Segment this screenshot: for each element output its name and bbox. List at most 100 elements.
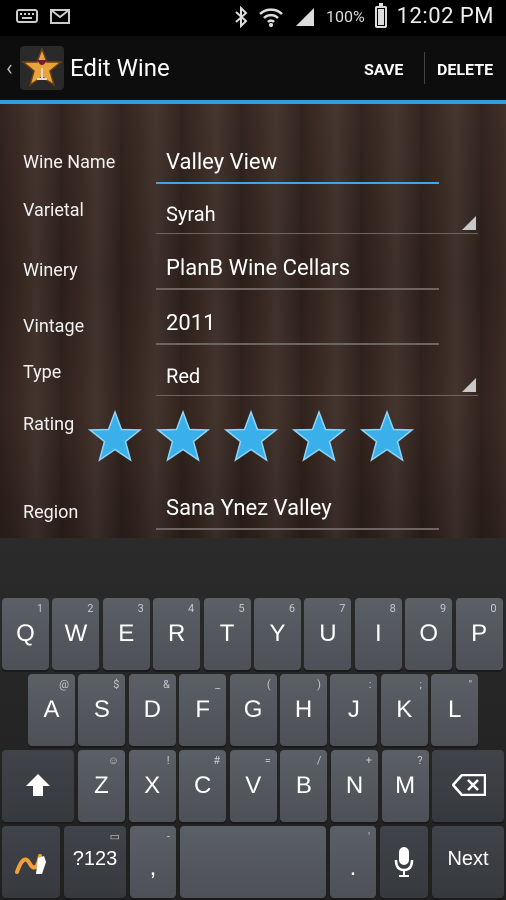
key-n[interactable]: + N — [331, 750, 378, 822]
up-caret-icon[interactable]: ‹ — [6, 56, 13, 81]
key-label: F — [195, 696, 211, 723]
key-label: I — [374, 620, 382, 647]
key-c[interactable]: # C — [179, 750, 227, 822]
spinner-arrow-icon — [462, 216, 476, 230]
key-b[interactable]: / B — [280, 750, 328, 822]
key-k[interactable]: ; K — [380, 674, 428, 746]
type-spinner[interactable]: Red — [156, 356, 478, 396]
key-hint: : — [368, 678, 372, 691]
key-u[interactable]: 7U — [304, 598, 352, 670]
region-label: Region — [23, 502, 79, 523]
rating-star-icon[interactable] — [224, 410, 278, 464]
key-s[interactable]: $ S — [78, 674, 126, 746]
type-label: Type — [23, 362, 62, 383]
key-label: Y — [269, 620, 286, 647]
key-x[interactable]: ! X — [128, 750, 176, 822]
wine-name-value: Valley View — [166, 150, 278, 175]
varietal-label: Varietal — [23, 200, 84, 221]
edit-wine-form: Wine Name Valley View Varietal Syrah Win… — [0, 104, 506, 538]
key-label: S — [93, 696, 110, 723]
rating-star-icon[interactable] — [360, 410, 414, 464]
region-field[interactable]: Sana Ynez Valley — [156, 490, 439, 530]
region-value: Sana Ynez Valley — [166, 496, 332, 521]
swype-key[interactable] — [2, 826, 60, 898]
rating-label: Rating — [23, 414, 75, 435]
varietal-underline — [156, 233, 478, 234]
key-hint: & — [162, 678, 170, 691]
period-key-label: . — [349, 854, 357, 881]
key-label: G — [243, 696, 263, 723]
wifi-icon — [259, 7, 283, 27]
key-h[interactable]: ) H — [280, 674, 327, 746]
vintage-field[interactable]: 2011 — [156, 305, 439, 345]
backspace-icon — [452, 774, 486, 796]
key-m[interactable]: ? M — [381, 750, 429, 822]
key-hint: ) — [317, 678, 321, 691]
rating-bar[interactable] — [88, 410, 414, 464]
delete-button[interactable]: DELETE — [437, 60, 493, 79]
key-a[interactable]: @ A — [28, 674, 75, 746]
space-key[interactable] — [180, 826, 326, 898]
key-hint: 2 — [87, 602, 94, 615]
symbols-key[interactable]: ?123 ▭ — [64, 826, 126, 898]
key-f[interactable]: _ F — [179, 674, 227, 746]
key-label: A — [43, 696, 60, 723]
comma-hint: - — [166, 830, 170, 843]
key-label: T — [219, 620, 235, 647]
key-hint: 6 — [288, 602, 295, 615]
bluetooth-icon — [235, 5, 248, 28]
status-bar: 100% 12:02 PM — [0, 0, 506, 36]
key-hint: / — [316, 754, 322, 767]
key-e[interactable]: 3E — [102, 598, 150, 670]
wine-star-logo-icon — [20, 46, 64, 87]
key-hint: 4 — [188, 602, 195, 615]
rating-star-icon[interactable] — [156, 410, 210, 464]
next-key[interactable]: Next — [432, 826, 504, 898]
varietal-value: Syrah — [166, 202, 216, 226]
battery-percent: 100% — [325, 7, 365, 26]
key-label: D — [143, 696, 161, 723]
key-label: J — [347, 696, 360, 723]
wine-name-field[interactable]: Valley View — [156, 144, 439, 184]
key-z[interactable]: ☺ Z — [78, 750, 125, 822]
varietal-spinner[interactable]: Syrah — [156, 194, 478, 234]
key-l[interactable]: " L — [431, 674, 479, 746]
swype-logo-icon — [15, 854, 46, 874]
app-logo[interactable] — [20, 46, 64, 90]
winery-label: Winery — [23, 260, 78, 281]
key-p[interactable]: 0P — [455, 598, 503, 670]
key-t[interactable]: 5T — [203, 598, 251, 670]
key-hint: $ — [113, 678, 120, 691]
key-label: K — [396, 696, 413, 723]
rating-star-icon[interactable] — [292, 410, 346, 464]
key-q[interactable]: 1Q — [2, 598, 49, 670]
period-key[interactable]: . ' — [330, 826, 376, 898]
winery-field[interactable]: PlanB Wine Cellars — [156, 250, 439, 290]
winery-value: PlanB Wine Cellars — [166, 256, 351, 281]
backspace-key[interactable] — [432, 750, 504, 822]
rating-star-icon[interactable] — [88, 410, 142, 464]
key-g[interactable]: (G — [229, 674, 277, 746]
comma-key[interactable]: , - — [130, 826, 176, 898]
vintage-value: 2011 — [166, 311, 216, 336]
key-v[interactable]: = V — [229, 750, 277, 822]
microphone-key[interactable] — [380, 826, 428, 898]
key-hint: ! — [166, 754, 170, 767]
key-hint: 8 — [389, 602, 396, 615]
key-w[interactable]: 2W — [52, 598, 100, 670]
key-hint: ( — [266, 678, 271, 691]
key-label: O — [419, 620, 439, 647]
key-r[interactable]: 4R — [153, 598, 201, 670]
page-title: Edit Wine — [70, 54, 170, 82]
key-d[interactable]: & D — [128, 674, 176, 746]
save-button[interactable]: SAVE — [364, 60, 403, 79]
key-o[interactable]: 9O — [405, 598, 453, 670]
key-hint: # — [213, 754, 221, 767]
key-hint: @ — [59, 678, 69, 691]
key-hint: " — [468, 678, 473, 691]
shift-key[interactable] — [2, 750, 74, 822]
key-i[interactable]: 8I — [354, 598, 402, 670]
key-y[interactable]: 6Y — [254, 598, 301, 670]
key-label: W — [64, 620, 88, 647]
key-j[interactable]: :J — [330, 674, 378, 746]
